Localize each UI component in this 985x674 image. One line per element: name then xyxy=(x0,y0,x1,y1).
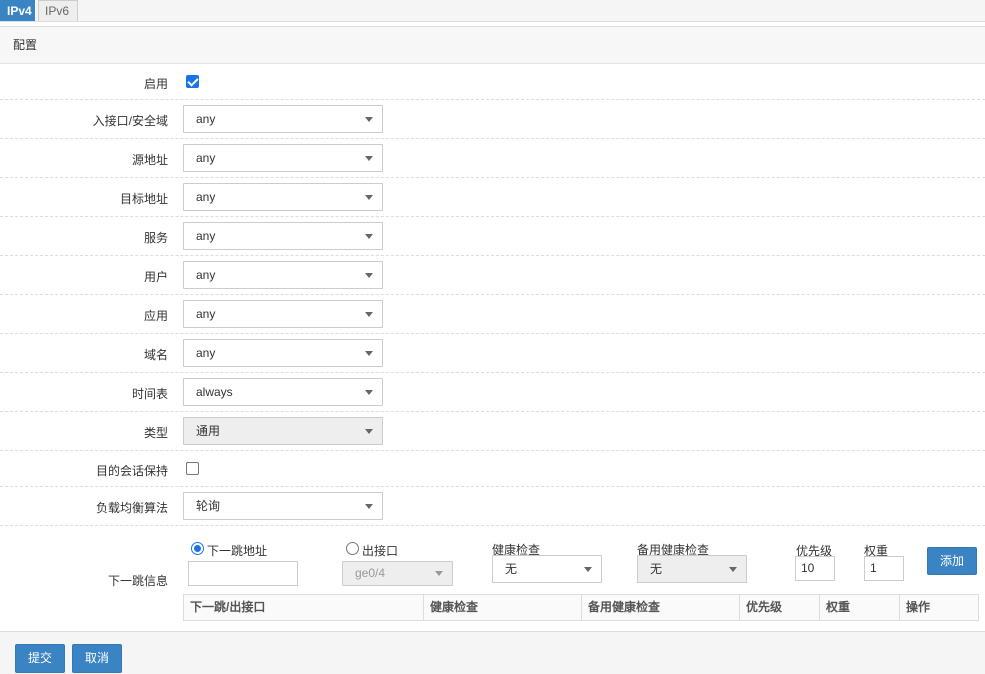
domain-value: any xyxy=(196,346,216,360)
health-check-value: 无 xyxy=(505,562,518,576)
caret-down-icon xyxy=(435,571,443,576)
row-domain: 域名 any xyxy=(0,334,985,373)
backup-health-check-select: 无 xyxy=(637,555,747,583)
nexthop-addr-radio[interactable] xyxy=(191,542,204,555)
src-addr-value: any xyxy=(196,151,216,165)
col-weight: 权重 xyxy=(820,595,900,620)
weight-input[interactable]: 1 xyxy=(864,556,904,581)
service-label: 服务 xyxy=(143,231,168,245)
enable-label: 启用 xyxy=(143,77,168,91)
col-backup-health: 备用健康检查 xyxy=(582,595,740,620)
service-value: any xyxy=(196,229,216,243)
schedule-label: 时间表 xyxy=(131,387,168,401)
caret-down-icon xyxy=(729,567,737,572)
caret-down-icon xyxy=(365,273,373,278)
caret-down-icon xyxy=(365,117,373,122)
enable-checkbox[interactable] xyxy=(186,75,199,88)
lb-algorithm-label: 负载均衡算法 xyxy=(95,501,168,515)
row-service: 服务 any xyxy=(0,217,985,256)
src-addr-select[interactable]: any xyxy=(183,144,383,172)
row-application: 应用 any xyxy=(0,295,985,334)
add-button[interactable]: 添加 xyxy=(927,547,977,575)
in-interface-select[interactable]: any xyxy=(183,105,383,133)
health-check-select[interactable]: 无 xyxy=(492,555,602,583)
row-lb-algorithm: 负载均衡算法 轮询 xyxy=(0,487,985,526)
row-schedule: 时间表 always xyxy=(0,373,985,412)
dst-addr-label: 目标地址 xyxy=(119,192,168,206)
priority-input[interactable]: 10 xyxy=(795,556,835,581)
form-footer: 提交 取消 xyxy=(0,631,985,674)
row-src-addr: 源地址 any xyxy=(0,139,985,178)
in-interface-value: any xyxy=(196,112,216,126)
caret-down-icon xyxy=(365,390,373,395)
panel-title: 配置 xyxy=(0,27,985,64)
dst-addr-value: any xyxy=(196,190,216,204)
caret-down-icon xyxy=(584,567,592,572)
domain-label: 域名 xyxy=(143,348,168,362)
row-type: 类型 通用 xyxy=(0,412,985,451)
col-health: 健康检查 xyxy=(424,595,582,620)
application-value: any xyxy=(196,307,216,321)
caret-down-icon xyxy=(365,504,373,509)
domain-select[interactable]: any xyxy=(183,339,383,367)
row-user: 用户 any xyxy=(0,256,985,295)
caret-down-icon xyxy=(365,429,373,434)
row-enable: 启用 xyxy=(0,64,985,100)
submit-button[interactable]: 提交 xyxy=(15,644,65,673)
tab-ipv6[interactable]: IPv6 xyxy=(38,0,78,21)
row-session-keep: 目的会话保持 xyxy=(0,451,985,487)
in-interface-label: 入接口/安全域 xyxy=(92,114,168,128)
col-priority: 优先级 xyxy=(740,595,820,620)
schedule-value: always xyxy=(196,385,233,399)
col-nexthop: 下一跳/出接口 xyxy=(184,595,424,620)
row-in-interface: 入接口/安全域 any xyxy=(0,100,985,139)
application-label: 应用 xyxy=(143,309,168,323)
tab-ipv4[interactable]: IPv4 xyxy=(0,0,35,21)
user-value: any xyxy=(196,268,216,282)
row-dst-addr: 目标地址 any xyxy=(0,178,985,217)
caret-down-icon xyxy=(365,156,373,161)
nexthop-iface-select: ge0/4 xyxy=(342,561,453,586)
type-select: 通用 xyxy=(183,417,383,445)
user-select[interactable]: any xyxy=(183,261,383,289)
caret-down-icon xyxy=(365,351,373,356)
type-value: 通用 xyxy=(196,424,221,438)
session-keep-label: 目的会话保持 xyxy=(95,464,168,478)
nexthop-label: 下一跳信息 xyxy=(107,574,168,588)
cancel-button[interactable]: 取消 xyxy=(72,644,122,673)
session-keep-checkbox[interactable] xyxy=(186,462,199,475)
backup-health-check-value: 无 xyxy=(650,562,663,576)
nexthop-iface-radio[interactable] xyxy=(346,542,359,555)
src-addr-label: 源地址 xyxy=(131,153,168,167)
col-actions: 操作 xyxy=(906,600,931,614)
schedule-select[interactable]: always xyxy=(183,378,383,406)
user-label: 用户 xyxy=(143,270,168,284)
nexthop-addr-input[interactable] xyxy=(188,561,298,586)
lb-algorithm-select[interactable]: 轮询 xyxy=(183,492,383,520)
nexthop-table-header: 下一跳/出接口 健康检查 备用健康检查 优先级 权重 操作 xyxy=(183,594,979,621)
caret-down-icon xyxy=(365,312,373,317)
application-select[interactable]: any xyxy=(183,300,383,328)
dst-addr-select[interactable]: any xyxy=(183,183,383,211)
nexthop-addr-radio-label: 下一跳地址 xyxy=(207,544,268,558)
type-label: 类型 xyxy=(143,426,168,440)
nexthop-iface-radio-label: 出接口 xyxy=(362,544,399,558)
tab-bar: IPv4 IPv6 xyxy=(0,0,985,22)
caret-down-icon xyxy=(365,195,373,200)
service-select[interactable]: any xyxy=(183,222,383,250)
caret-down-icon xyxy=(365,234,373,239)
nexthop-iface-value: ge0/4 xyxy=(355,566,386,580)
lb-algorithm-value: 轮询 xyxy=(196,499,221,513)
